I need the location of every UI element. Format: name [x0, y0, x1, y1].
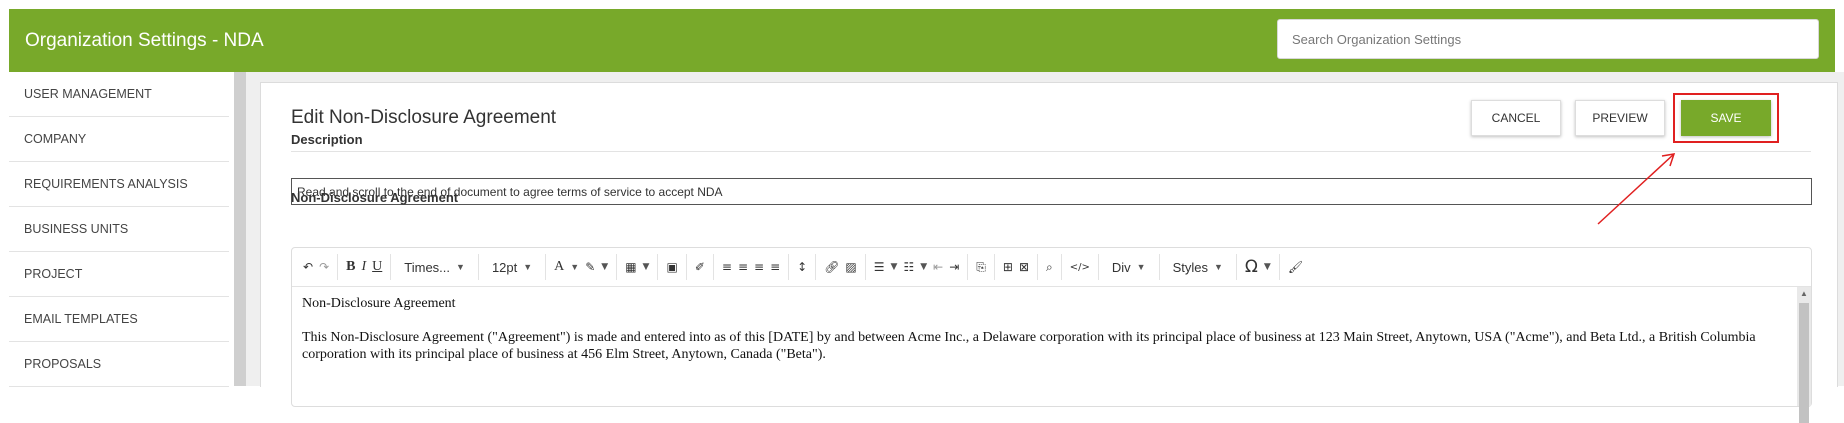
table-icon[interactable]: ▦ ▼ — [622, 254, 652, 280]
styles-value: Styles — [1172, 259, 1208, 275]
toolbar-separator — [967, 254, 969, 280]
toolbar-separator — [1037, 254, 1038, 280]
underline-icon[interactable]: U — [369, 254, 385, 280]
nda-edit-panel: Edit Non-Disclosure Agreement CANCEL PRE… — [260, 82, 1838, 423]
font-size-value: 12pt — [491, 259, 518, 275]
toolbar-separator — [685, 254, 687, 280]
align-center-icon[interactable]: ≡ — [735, 254, 751, 280]
toolbar-separator — [657, 254, 659, 280]
numbered-list-icon[interactable]: ☷ ▼ — [900, 254, 930, 280]
save-button[interactable]: SAVE — [1681, 100, 1771, 136]
toolbar-separator — [616, 254, 618, 280]
paste-text-icon[interactable]: ⎘ — [973, 254, 989, 280]
styles-select[interactable]: Styles ▼ — [1165, 254, 1231, 280]
sidebar-item-email-templates[interactable]: EMAIL TEMPLATES — [9, 297, 229, 342]
highlight-icon[interactable]: ✎ ▼ — [582, 254, 611, 280]
block-format-value: Div — [1111, 259, 1131, 275]
chevron-down-icon: ▼ — [1213, 262, 1223, 272]
undo-icon[interactable]: ↶ — [300, 254, 316, 280]
search-icon[interactable]: ⌕ — [1043, 254, 1056, 280]
sidebar-scrollbar[interactable] — [234, 72, 246, 386]
remove-box-icon[interactable]: ⊠ — [1016, 254, 1032, 280]
divider — [291, 151, 1811, 152]
chevron-down-icon: ▼ — [920, 262, 928, 272]
toolbar-separator — [788, 254, 790, 280]
redo-icon[interactable]: ↷ — [316, 254, 332, 280]
format-painter-icon[interactable]: 🖌︎ — [1285, 254, 1306, 280]
italic-icon[interactable]: I — [358, 254, 369, 280]
description-input[interactable] — [291, 178, 1812, 205]
indent-icon[interactable]: ⇥ — [946, 254, 962, 280]
sidebar-item-user-management[interactable]: USER MANAGEMENT — [9, 72, 229, 117]
chevron-down-icon: ▼ — [601, 262, 609, 272]
insert-box-icon[interactable]: ⊞ — [1000, 254, 1016, 280]
source-code-icon[interactable]: </> — [1067, 254, 1093, 280]
sidebar-item-proposals[interactable]: PROPOSALS — [9, 342, 229, 387]
font-family-select[interactable]: Times... ▼ — [396, 254, 473, 280]
document-paragraph: This Non-Disclosure Agreement ("Agreemen… — [302, 330, 1756, 362]
chevron-down-icon: ▼ — [890, 262, 898, 272]
block-format-select[interactable]: Div ▼ — [1104, 254, 1154, 280]
toolbar-separator — [712, 254, 714, 280]
search-input[interactable] — [1277, 19, 1819, 59]
document-body[interactable]: Non-Disclosure Agreement This Non-Disclo… — [292, 287, 1797, 406]
line-height-icon[interactable]: ↕ — [794, 254, 810, 280]
editor-scrollbar[interactable]: ▲ — [1797, 287, 1811, 423]
chevron-down-icon: ▼ — [642, 262, 650, 272]
toolbar-separator — [1235, 254, 1237, 280]
app-header: Organization Settings - NDA — [9, 9, 1835, 72]
chevron-down-icon: ▼ — [1136, 262, 1146, 272]
toolbar-separator — [993, 254, 995, 280]
toolbar-separator — [815, 254, 817, 280]
toolbar-separator — [477, 254, 479, 280]
toolbar-separator — [1278, 254, 1280, 280]
toolbar-separator — [864, 254, 866, 280]
toolbar-separator — [1060, 254, 1062, 280]
toolbar-separator — [390, 254, 392, 280]
sidebar-item-project[interactable]: PROJECT — [9, 252, 229, 297]
align-justify-icon[interactable]: ≡ — [767, 254, 783, 280]
sidebar-item-company[interactable]: COMPANY — [9, 117, 229, 162]
media-icon[interactable]: ▣ — [663, 254, 680, 280]
font-size-select[interactable]: 12pt ▼ — [484, 254, 540, 280]
page-title: Organization Settings - NDA — [25, 30, 264, 51]
sidebar-item-business-units[interactable]: BUSINESS UNITS — [9, 207, 229, 252]
scrollbar-thumb[interactable] — [1799, 303, 1809, 423]
link-icon[interactable]: 🔗︎ — [821, 254, 842, 280]
document-heading: Non-Disclosure Agreement — [302, 296, 456, 311]
text-color-icon[interactable]: A ▼ — [551, 254, 582, 280]
scroll-up-icon[interactable]: ▲ — [1797, 287, 1811, 301]
chevron-down-icon: ▼ — [1263, 262, 1271, 272]
special-character-icon[interactable]: Ω ▼ — [1242, 254, 1274, 280]
panel-title: Edit Non-Disclosure Agreement — [291, 107, 557, 128]
description-label: Description — [291, 132, 363, 147]
align-left-icon[interactable]: ≡ — [719, 254, 735, 280]
editor-toolbar: ↶ ↷ B I U Times... ▼ 12pt ▼ A ▼ ✎ ▼ ▦ ▼ ▣ ✐ ≡… — [292, 248, 1811, 287]
align-right-icon[interactable]: ≡ — [751, 254, 767, 280]
cancel-button[interactable]: CANCEL — [1471, 100, 1561, 136]
bold-icon[interactable]: B — [343, 254, 358, 280]
rich-text-editor[interactable]: ↶ ↷ B I U Times... ▼ 12pt ▼ A ▼ ✎ ▼ ▦ ▼ ▣ ✐ ≡… — [291, 247, 1812, 423]
clear-format-icon[interactable]: ✐ — [692, 254, 708, 280]
toolbar-separator — [1158, 254, 1160, 280]
bullet-list-icon[interactable]: ☰ ▼ — [871, 254, 901, 280]
outdent-icon[interactable]: ⇤ — [930, 254, 946, 280]
nda-label: Non-Disclosure Agreement — [291, 190, 459, 205]
preview-button[interactable]: PREVIEW — [1575, 100, 1665, 136]
chevron-down-icon: ▼ — [570, 262, 580, 272]
chevron-down-icon: ▼ — [456, 262, 465, 272]
toolbar-separator — [1097, 254, 1099, 280]
sidebar: USER MANAGEMENT COMPANY REQUIREMENTS ANA… — [9, 72, 229, 387]
toolbar-separator — [337, 254, 339, 280]
toolbar-separator — [545, 254, 547, 280]
chevron-down-icon: ▼ — [523, 262, 533, 272]
font-family-value: Times... — [404, 259, 451, 275]
image-icon[interactable]: ▨ — [842, 254, 859, 280]
sidebar-item-requirements-analysis[interactable]: REQUIREMENTS ANALYSIS — [9, 162, 229, 207]
